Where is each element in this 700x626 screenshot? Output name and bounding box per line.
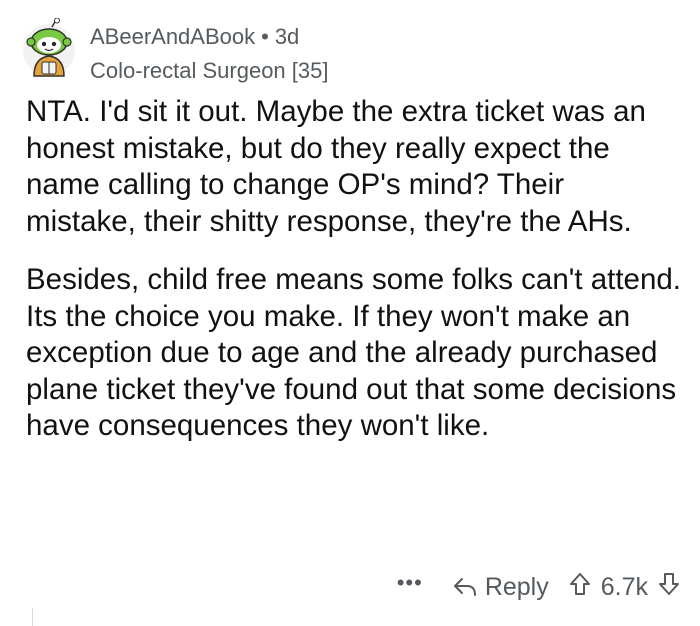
user-flair: Colo-rectal Surgeon [35] [90, 58, 329, 83]
comment-paragraph: NTA. I'd sit it out. Maybe the extra tic… [26, 95, 646, 238]
vote-score: 6.7k [600, 572, 648, 601]
comment-paragraph: Besides, child free means some folks can… [26, 263, 681, 442]
thread-line[interactable] [32, 608, 33, 626]
avatar[interactable] [22, 17, 76, 82]
upvote-button[interactable] [569, 572, 591, 603]
meta-separator: • [261, 24, 269, 49]
more-options-button[interactable]: ••• [397, 570, 423, 596]
downvote-arrow-icon [659, 572, 679, 595]
downvote-button[interactable] [658, 572, 680, 603]
snoo-avatar-icon [23, 17, 75, 77]
vote-control: 6.7k [569, 572, 680, 603]
reply-label: Reply [484, 572, 549, 601]
reply-button[interactable]: Reply [453, 573, 549, 602]
comment-actions: ••• Reply 6.7k [397, 567, 680, 607]
comment-age: 3d [274, 24, 300, 49]
reply-arrow-icon [453, 578, 476, 596]
comment: ABeerAndABook • 3d Colo-rectal Surgeon [35… [0, 0, 700, 626]
author-name[interactable]: ABeerAndABook [90, 24, 255, 49]
upvote-arrow-icon [569, 572, 590, 595]
comment-meta: ABeerAndABook • 3d [90, 24, 299, 50]
comment-body: NTA. I'd sit it out. Maybe the extra tic… [26, 94, 681, 467]
